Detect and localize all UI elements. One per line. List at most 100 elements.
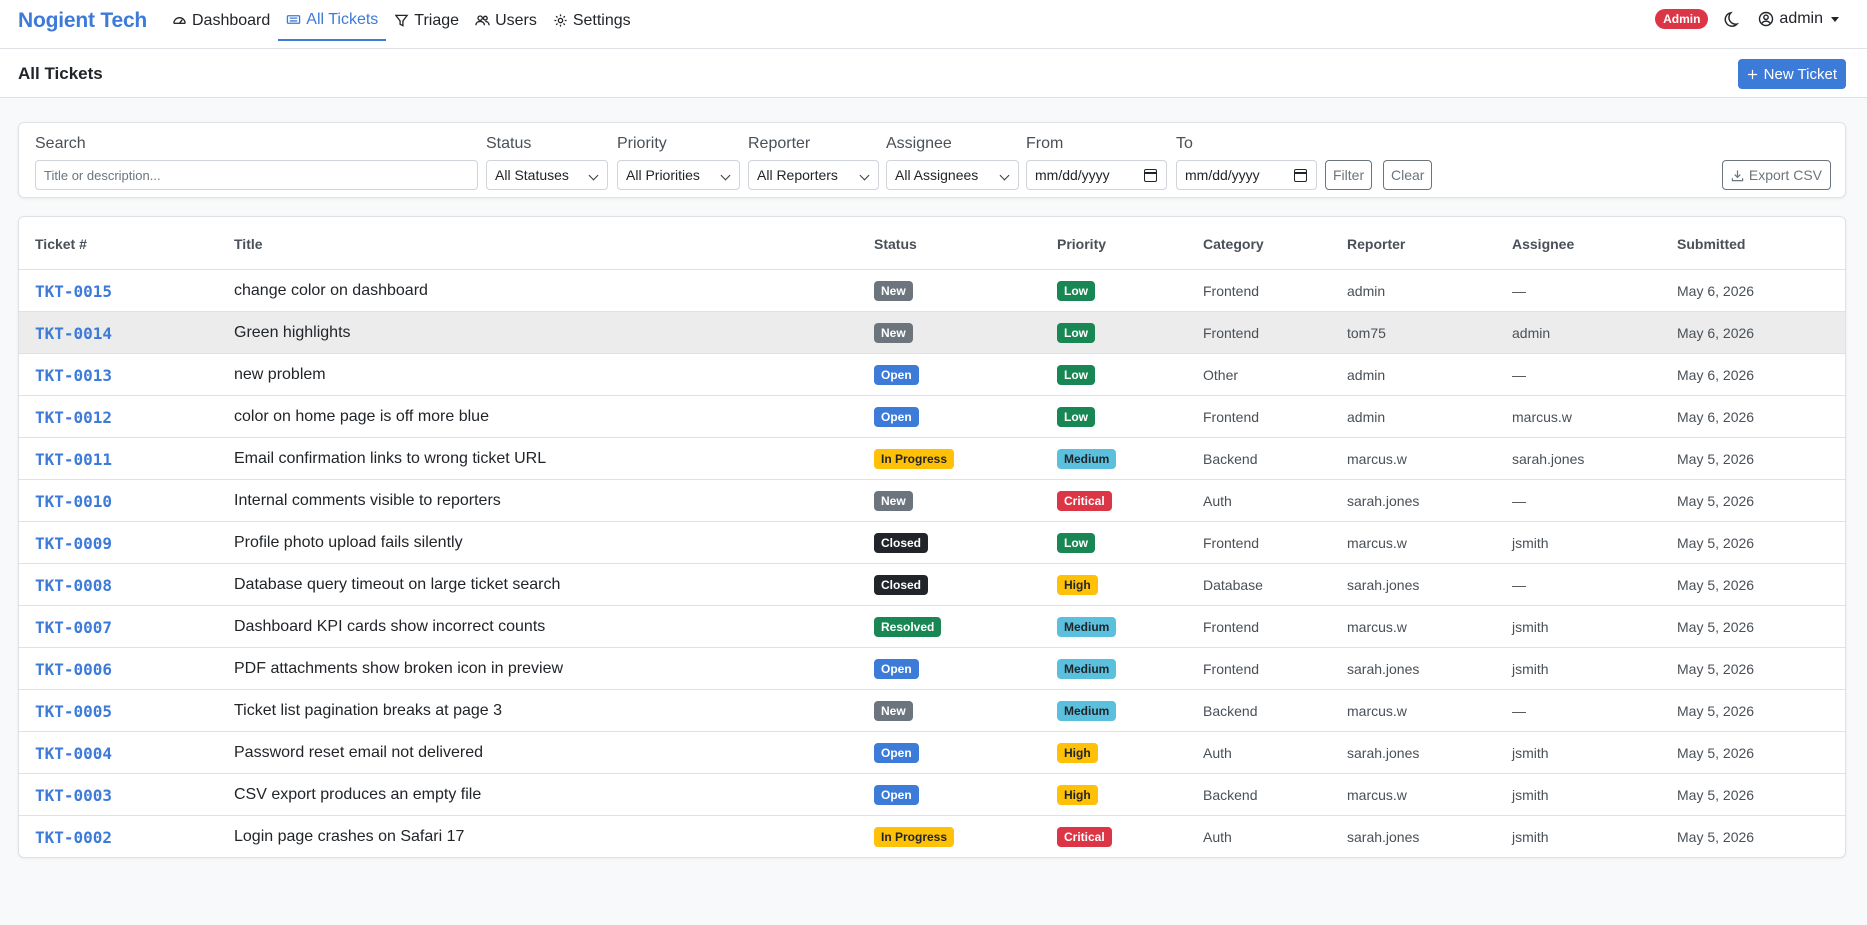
- ticket-reporter: admin: [1347, 409, 1386, 425]
- status-badge: In Progress: [874, 827, 955, 847]
- ticket-category: Frontend: [1203, 409, 1260, 425]
- status-badge: Open: [874, 785, 919, 805]
- col-ticket-number[interactable]: Ticket #: [35, 236, 87, 252]
- status-badge: Open: [874, 659, 919, 679]
- priority-cell: Medium: [1057, 648, 1117, 690]
- col-category[interactable]: Category: [1203, 236, 1264, 252]
- assignee-select[interactable]: All Assignees: [886, 160, 1019, 190]
- calendar-icon: [1144, 169, 1157, 182]
- priority-cell: Low: [1057, 312, 1095, 354]
- col-reporter[interactable]: Reporter: [1347, 236, 1405, 252]
- ticket-id-link[interactable]: TKT-0004: [35, 732, 112, 774]
- new-ticket-button[interactable]: New Ticket: [1737, 59, 1846, 89]
- ticket-submitted: May 6, 2026: [1677, 367, 1755, 383]
- user-menu[interactable]: admin: [1758, 10, 1839, 28]
- ticket-icon: [287, 15, 301, 24]
- table-row[interactable]: TKT-0012 color on home page is off more b…: [19, 396, 1845, 438]
- priority-cell: Low: [1057, 270, 1095, 312]
- ticket-category: Other: [1203, 367, 1239, 383]
- ticket-id-link[interactable]: TKT-0002: [35, 816, 112, 857]
- ticket-title: new problem: [234, 366, 326, 383]
- ticket-id-link[interactable]: TKT-0006: [35, 648, 112, 690]
- table-row[interactable]: TKT-0004 Password reset email not deliver…: [19, 732, 1845, 774]
- table-row[interactable]: TKT-0002 Login page crashes on Safari 17 I…: [19, 816, 1845, 857]
- chevron-down-icon: [1831, 16, 1839, 22]
- table-row[interactable]: TKT-0006 PDF attachments show broken icon…: [19, 648, 1845, 690]
- priority-cell: Critical: [1057, 480, 1112, 522]
- moon-icon[interactable]: [1724, 10, 1742, 28]
- ticket-reporter: sarah.jones: [1347, 745, 1420, 761]
- table-row[interactable]: TKT-0011 Email confirmation links to wron…: [19, 438, 1845, 480]
- ticket-reporter: sarah.jones: [1347, 661, 1420, 677]
- nav-all-tickets[interactable]: All Tickets: [278, 0, 387, 41]
- table-row[interactable]: TKT-0015 change color on dashboard New Low F…: [19, 270, 1845, 312]
- ticket-title: Login page crashes on Safari 17: [234, 828, 465, 845]
- ticket-id-link[interactable]: TKT-0011: [35, 438, 112, 480]
- search-input[interactable]: Title or description...: [35, 160, 478, 190]
- nav-settings[interactable]: Settings: [545, 0, 639, 41]
- status-select[interactable]: All Statuses: [486, 160, 608, 190]
- ticket-id-link[interactable]: TKT-0003: [35, 774, 112, 816]
- priority-badge: Low: [1057, 407, 1095, 427]
- status-badge: New: [874, 323, 913, 343]
- ticket-id-link[interactable]: TKT-0005: [35, 690, 112, 732]
- reporter-select[interactable]: All Reporters: [748, 160, 879, 190]
- table-row[interactable]: TKT-0003 CSV export produces an empty fil…: [19, 774, 1845, 816]
- ticket-title: Green highlights: [234, 324, 351, 341]
- table-row[interactable]: TKT-0013 new problem Open Low Other admin — May…: [19, 354, 1845, 396]
- ticket-title: Ticket list pagination breaks at page 3: [234, 702, 503, 719]
- col-submitted[interactable]: Submitted: [1677, 236, 1745, 252]
- ticket-submitted: May 5, 2026: [1677, 451, 1755, 467]
- export-csv-button[interactable]: Export CSV: [1721, 160, 1831, 190]
- ticket-reporter: sarah.jones: [1347, 493, 1420, 509]
- filter-button[interactable]: Filter: [1325, 160, 1373, 190]
- priority-cell: Medium: [1057, 438, 1117, 480]
- search-label: Search: [35, 135, 86, 152]
- nav-triage[interactable]: Triage: [386, 0, 467, 41]
- ticket-id-link[interactable]: TKT-0014: [35, 312, 112, 354]
- from-date-input[interactable]: mm/dd/yyyy: [1026, 160, 1167, 190]
- ticket-assignee: jsmith: [1512, 535, 1549, 551]
- ticket-id-link[interactable]: TKT-0008: [35, 564, 112, 606]
- filter-panel: Search Title or description... Status Al…: [18, 122, 1846, 198]
- col-title[interactable]: Title: [234, 236, 263, 252]
- ticket-id-link[interactable]: TKT-0015: [35, 270, 112, 312]
- ticket-assignee: jsmith: [1512, 787, 1549, 803]
- col-priority[interactable]: Priority: [1057, 236, 1106, 252]
- ticket-submitted: May 6, 2026: [1677, 325, 1755, 341]
- status-badge: Open: [874, 365, 919, 385]
- table-row[interactable]: TKT-0009 Profile photo upload fails silen…: [19, 522, 1845, 564]
- from-date-placeholder: mm/dd/yyyy: [1035, 167, 1110, 183]
- priority-badge: Low: [1057, 323, 1095, 343]
- col-status[interactable]: Status: [874, 236, 917, 252]
- table-row[interactable]: TKT-0005 Ticket list pagination breaks at…: [19, 690, 1845, 732]
- table-row[interactable]: TKT-0010 Internal comments visible to rep…: [19, 480, 1845, 522]
- nav-users[interactable]: Users: [467, 0, 545, 41]
- table-row[interactable]: TKT-0014 Green highlights New Low Frontend to…: [19, 312, 1845, 354]
- priority-badge: Low: [1057, 281, 1095, 301]
- ticket-id-link[interactable]: TKT-0007: [35, 606, 112, 648]
- reporter-label: Reporter: [748, 135, 811, 152]
- ticket-submitted: May 5, 2026: [1677, 829, 1755, 845]
- status-cell: Open: [874, 396, 919, 438]
- table-row[interactable]: TKT-0008 Database query timeout on large …: [19, 564, 1845, 606]
- priority-select[interactable]: All Priorities: [617, 160, 740, 190]
- table-row[interactable]: TKT-0007 Dashboard KPI cards show incorre…: [19, 606, 1845, 648]
- ticket-category: Frontend: [1203, 535, 1260, 551]
- col-assignee[interactable]: Assignee: [1512, 236, 1574, 252]
- ticket-reporter: marcus.w: [1347, 451, 1407, 467]
- status-badge: In Progress: [874, 449, 955, 469]
- download-icon: [1731, 169, 1744, 181]
- status-cell: In Progress: [874, 816, 955, 857]
- clear-button[interactable]: Clear: [1383, 160, 1433, 190]
- ticket-id-link[interactable]: TKT-0013: [35, 354, 112, 396]
- to-date-input[interactable]: mm/dd/yyyy: [1176, 160, 1317, 190]
- nav-dashboard[interactable]: Dashboard: [164, 0, 278, 41]
- brand-logo[interactable]: Nogient Tech: [18, 9, 147, 33]
- ticket-title: Email confirmation links to wrong ticket…: [234, 450, 547, 467]
- assignee-label: Assignee: [886, 135, 952, 152]
- ticket-id-link[interactable]: TKT-0012: [35, 396, 112, 438]
- ticket-id-link[interactable]: TKT-0010: [35, 480, 112, 522]
- ticket-title: Profile photo upload fails silently: [234, 534, 463, 551]
- ticket-id-link[interactable]: TKT-0009: [35, 522, 112, 564]
